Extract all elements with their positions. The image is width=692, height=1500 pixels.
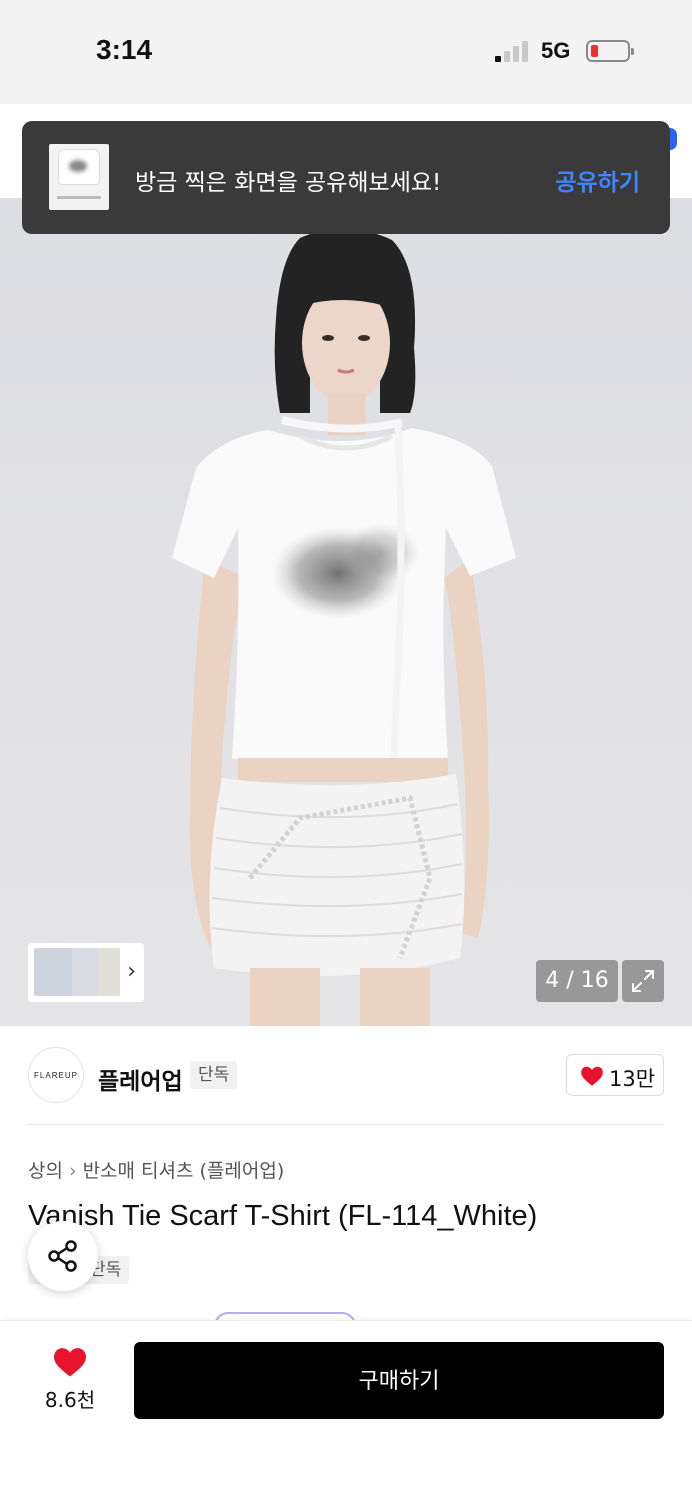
product-photo bbox=[172, 228, 516, 1026]
share-icon bbox=[48, 1240, 77, 1272]
brand-exclusive-badge: 단독 bbox=[190, 1061, 238, 1089]
buy-button[interactable]: 구매하기 bbox=[134, 1342, 664, 1419]
signal-icon bbox=[495, 40, 531, 62]
brand-logo[interactable]: FLAREUP bbox=[28, 1047, 84, 1103]
expand-icon[interactable] bbox=[622, 960, 664, 1002]
battery-icon bbox=[586, 40, 634, 62]
product-title: Vanish Tie Scarf T-Shirt (FL-114_White) bbox=[28, 1200, 538, 1232]
breadcrumb-category[interactable]: 상의 bbox=[28, 1160, 63, 1182]
screenshot-thumbnail[interactable] bbox=[49, 144, 109, 210]
wishlist-button[interactable]: 8.6천 bbox=[28, 1346, 112, 1416]
status-time: 3:14 bbox=[96, 34, 153, 65]
image-counter: 4 / 16 bbox=[536, 960, 618, 1002]
status-bar: 3:14 5G bbox=[0, 0, 692, 104]
heart-icon bbox=[54, 1348, 86, 1377]
breadcrumb-separator: › bbox=[68, 1160, 77, 1182]
product-image-gallery[interactable]: › 4 / 16 bbox=[0, 198, 692, 1026]
screenshot-share-toast: 방금 찍은 화면을 공유해보세요! 공유하기 bbox=[22, 121, 670, 234]
chevron-right-icon: › bbox=[127, 959, 136, 984]
network-label: 5G bbox=[541, 38, 571, 63]
breadcrumb-subcategory[interactable]: 반소매 티셔츠 (플레어업) bbox=[83, 1160, 285, 1182]
category-breadcrumb: 상의 › 반소매 티셔츠 (플레어업) bbox=[28, 1156, 284, 1183]
share-now-button[interactable]: 공유하기 bbox=[555, 163, 640, 197]
brand-name[interactable]: 플레어업 bbox=[98, 1062, 183, 1096]
wishlist-count: 8.6천 bbox=[44, 1388, 96, 1412]
toast-message: 방금 찍은 화면을 공유해보세요! bbox=[135, 170, 442, 196]
share-button[interactable] bbox=[28, 1221, 98, 1291]
brand-like-count: 13만 bbox=[609, 1067, 656, 1091]
heart-icon bbox=[581, 1066, 603, 1086]
brand-like-button[interactable]: 13만 bbox=[566, 1054, 664, 1096]
section-divider bbox=[28, 1124, 664, 1125]
gallery-thumbnails-button[interactable]: › bbox=[28, 943, 144, 1002]
